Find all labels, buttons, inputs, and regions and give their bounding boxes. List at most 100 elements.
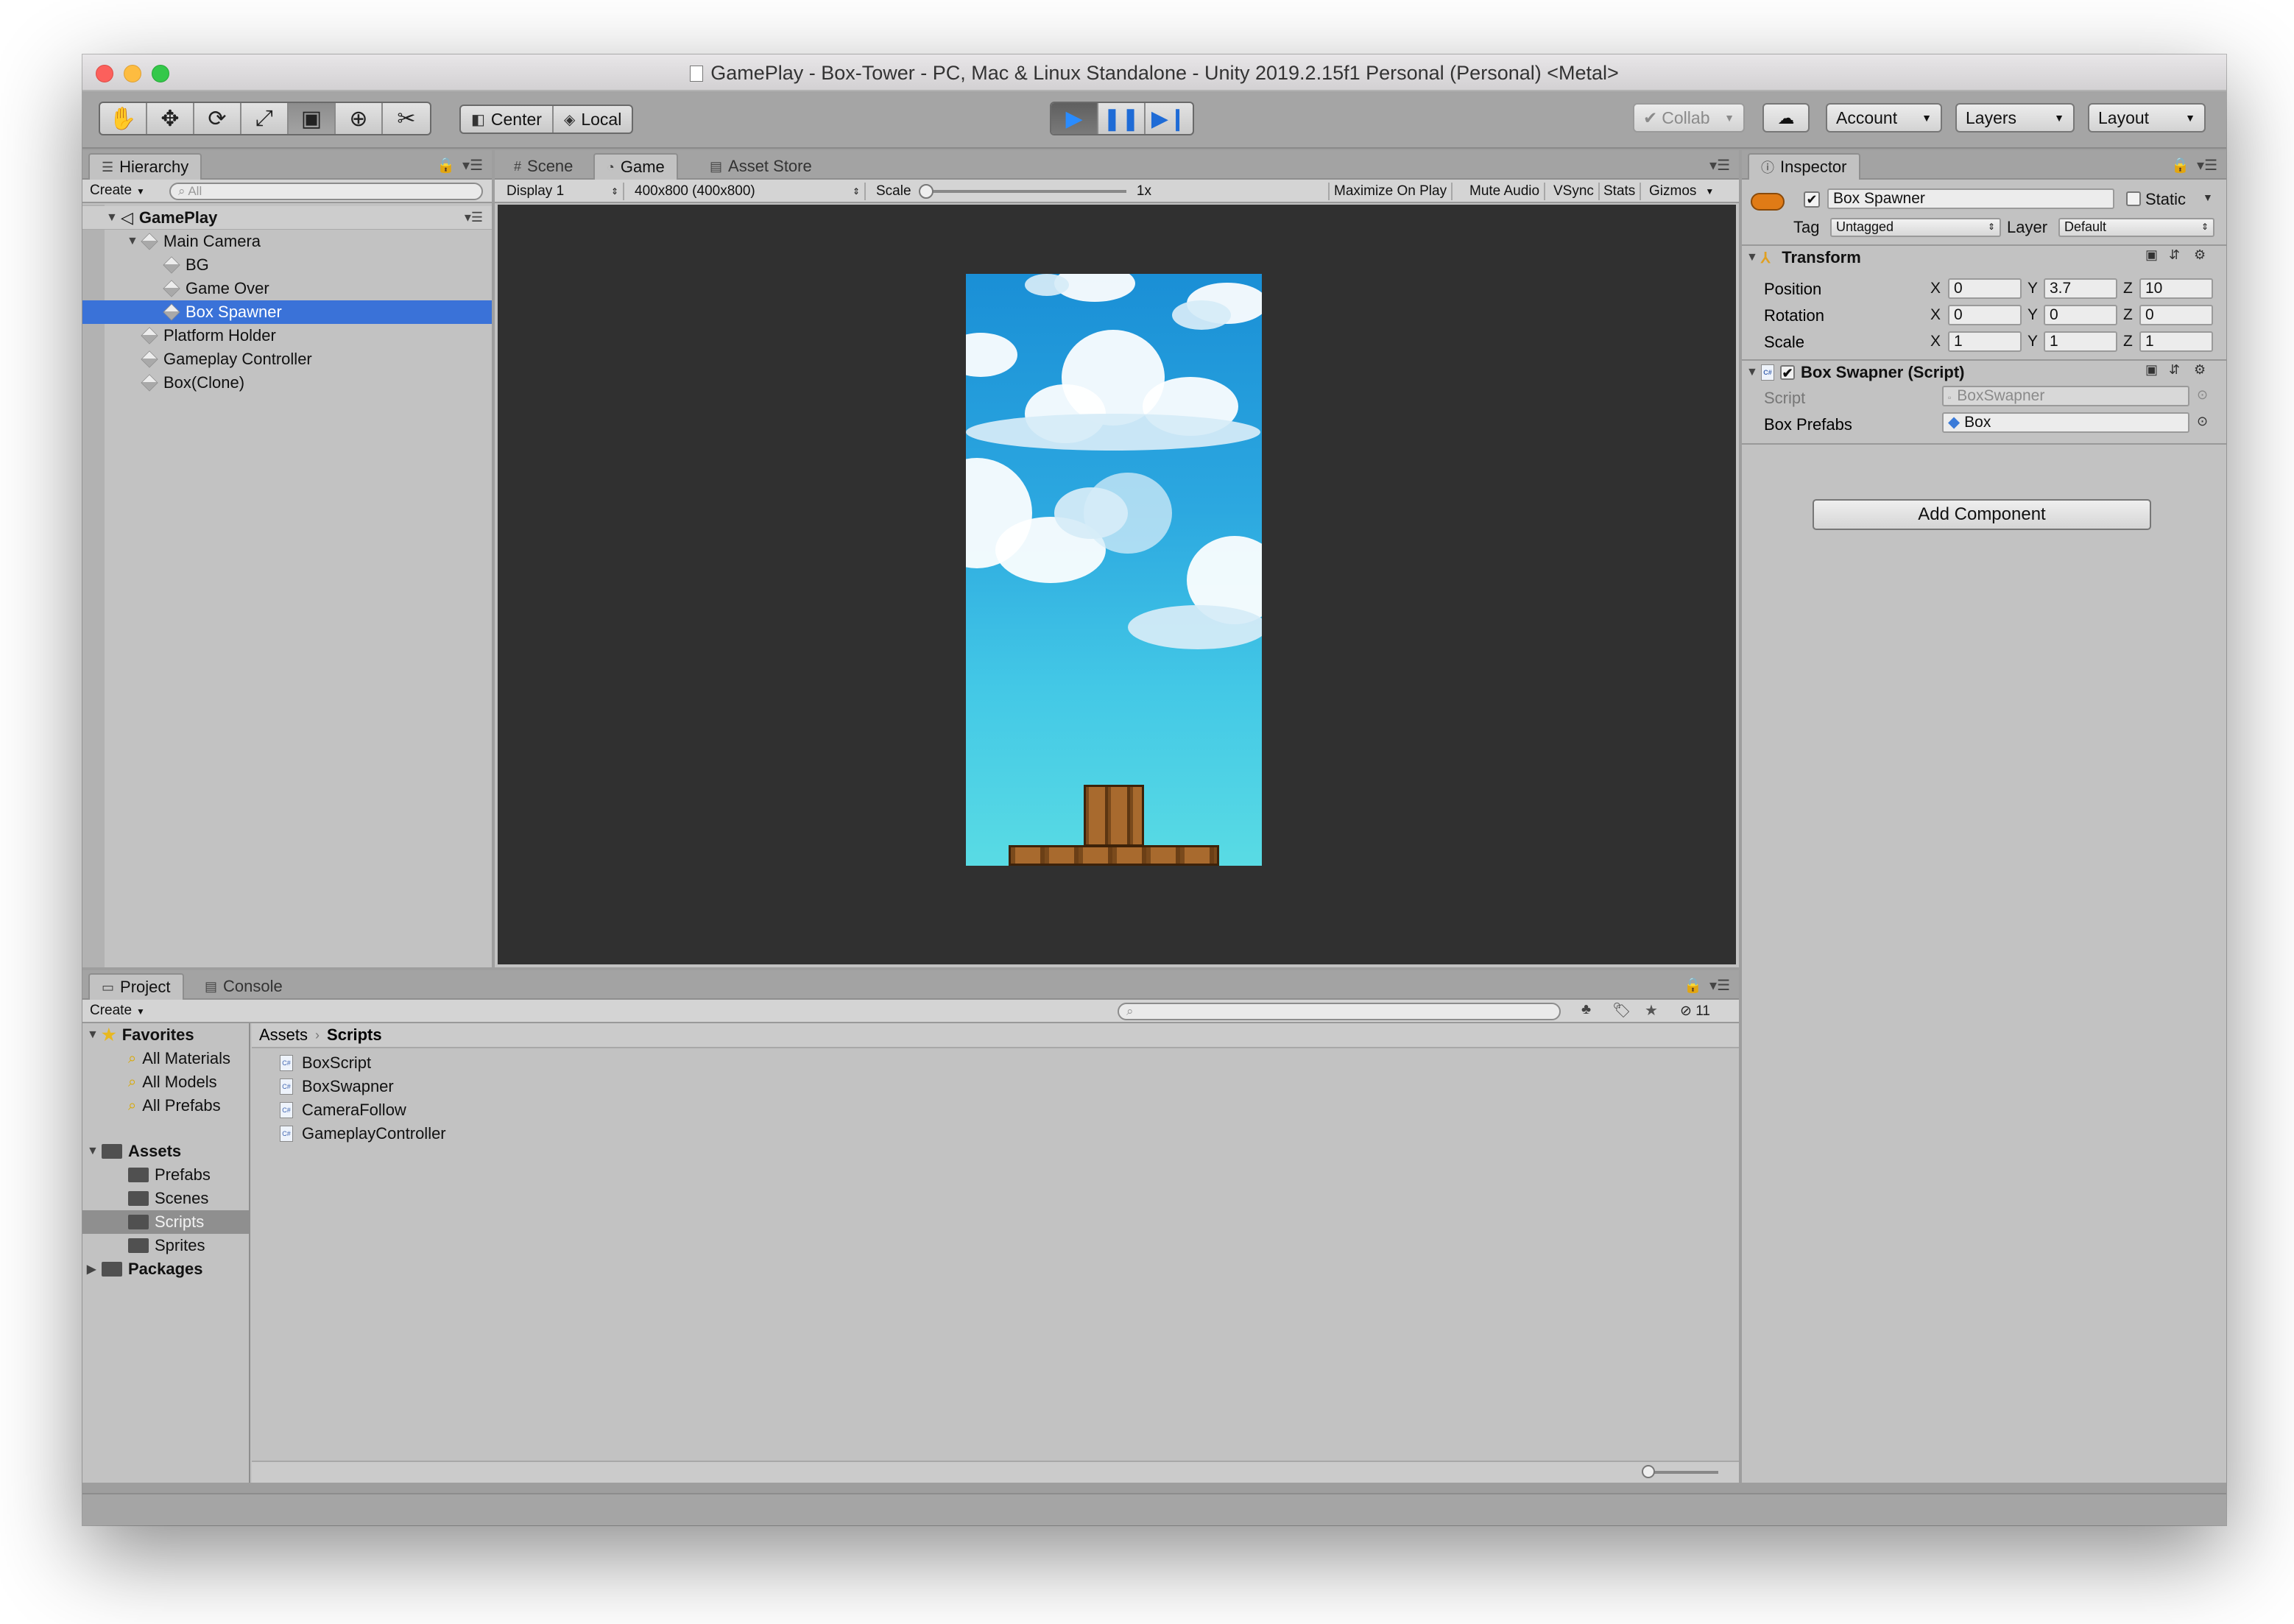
breadcrumb-root[interactable]: Assets bbox=[259, 1025, 308, 1045]
play-button[interactable]: ▶ bbox=[1051, 103, 1098, 134]
scene-menu-icon[interactable]: ▾☰ bbox=[465, 210, 483, 225]
account-dropdown[interactable]: Account ▼ bbox=[1826, 103, 1942, 133]
file-item[interactable]: C# BoxSwapner bbox=[252, 1075, 1739, 1098]
lock-icon[interactable]: 🔒 bbox=[437, 156, 455, 174]
transform-tool-button[interactable]: ⊕ bbox=[336, 103, 383, 134]
filter-by-label-icon[interactable]: 🏷 bbox=[1612, 1001, 1631, 1020]
folder-scripts[interactable]: Scripts bbox=[82, 1210, 249, 1234]
position-x-field[interactable]: 0 bbox=[1948, 278, 2022, 299]
filter-by-type-icon[interactable]: ♣ bbox=[1581, 1001, 1591, 1018]
lock-icon[interactable]: 🔒 bbox=[1684, 976, 1702, 995]
tree-item-gameplay-controller[interactable]: Gameplay Controller bbox=[82, 347, 492, 371]
move-tool-button[interactable]: ✥ bbox=[147, 103, 194, 134]
file-item[interactable]: C# CameraFollow bbox=[252, 1098, 1739, 1122]
project-create-button[interactable]: Create ▼ bbox=[90, 1003, 145, 1019]
rotation-y-field[interactable]: 0 bbox=[2044, 305, 2117, 325]
icon-size-slider[interactable] bbox=[1642, 1465, 1718, 1478]
cloud-button[interactable]: ☁ bbox=[1762, 103, 1810, 133]
step-button[interactable]: ▶❙ bbox=[1146, 103, 1193, 134]
folder-prefabs[interactable]: Prefabs bbox=[82, 1163, 249, 1187]
gizmos-dropdown[interactable]: Gizmos ▼ bbox=[1645, 183, 1718, 200]
add-component-button[interactable]: Add Component bbox=[1813, 499, 2151, 530]
scale-x-field[interactable]: 1 bbox=[1948, 331, 2022, 352]
position-y-field[interactable]: 3.7 bbox=[2044, 278, 2117, 299]
layout-dropdown[interactable]: Layout ▼ bbox=[2088, 103, 2206, 133]
tab-console[interactable]: ▤ Console bbox=[193, 973, 294, 1000]
file-item[interactable]: C# BoxScript bbox=[252, 1051, 1739, 1075]
position-z-field[interactable]: 10 bbox=[2139, 278, 2213, 299]
tag-dropdown[interactable]: Untagged ⇕ bbox=[1830, 218, 2001, 237]
rotation-x-field[interactable]: 0 bbox=[1948, 305, 2022, 325]
object-name-field[interactable]: Box Spawner bbox=[1827, 188, 2114, 209]
tab-asset-store[interactable]: ▤ Asset Store bbox=[698, 153, 824, 180]
box-prefabs-field[interactable]: ◆ Box bbox=[1942, 412, 2189, 433]
project-search-input[interactable]: ⌕ bbox=[1118, 1003, 1561, 1020]
layers-dropdown[interactable]: Layers ▼ bbox=[1955, 103, 2075, 133]
resolution-dropdown[interactable]: 400x800 (400x800) ⇕ bbox=[630, 183, 866, 200]
preset-icon[interactable]: ⇵ bbox=[2169, 362, 2187, 380]
chevron-down-icon[interactable]: ▼ bbox=[2203, 191, 2213, 203]
mute-audio-toggle[interactable]: Mute Audio bbox=[1465, 183, 1546, 200]
scale-slider[interactable]: Scale 1x bbox=[872, 183, 1156, 200]
tree-item-packages[interactable]: ▶ Packages bbox=[82, 1257, 249, 1281]
panel-menu-icon[interactable]: ▾☰ bbox=[2197, 156, 2217, 174]
tab-inspector[interactable]: ⓘ Inspector bbox=[1748, 153, 1860, 180]
scale-thumb[interactable] bbox=[918, 184, 934, 199]
vsync-toggle[interactable]: VSync bbox=[1549, 183, 1600, 200]
rotation-z-field[interactable]: 0 bbox=[2139, 305, 2213, 325]
layer-dropdown[interactable]: Default ⇕ bbox=[2058, 218, 2214, 237]
favorite-all-models[interactable]: ⌕ All Models bbox=[82, 1070, 249, 1094]
tab-project[interactable]: ▭ Project bbox=[88, 973, 184, 1000]
static-checkbox[interactable] bbox=[2126, 191, 2141, 206]
gear-icon[interactable]: ⚙ bbox=[2194, 247, 2212, 265]
component-enabled-checkbox[interactable]: ✔ bbox=[1780, 365, 1795, 380]
pivot-center-button[interactable]: ◧ Center bbox=[461, 106, 554, 133]
lock-icon[interactable]: 🔒 bbox=[2171, 156, 2189, 174]
panel-menu-icon[interactable]: ▾☰ bbox=[1709, 156, 1730, 174]
tree-item-box-spawner[interactable]: Box Spawner bbox=[82, 300, 492, 324]
tree-item-bg[interactable]: BG bbox=[82, 253, 492, 277]
scale-tool-button[interactable]: ⤢ bbox=[241, 103, 289, 134]
tree-item-game-over[interactable]: Game Over bbox=[82, 277, 492, 300]
tree-item-assets[interactable]: ▼ Assets bbox=[82, 1140, 249, 1163]
maximize-on-play-toggle[interactable]: Maximize On Play bbox=[1328, 183, 1453, 200]
pause-button[interactable]: ❚❚ bbox=[1098, 103, 1146, 134]
scale-y-field[interactable]: 1 bbox=[2044, 331, 2117, 352]
hidden-packages-toggle[interactable]: ⊘ 11 bbox=[1680, 1003, 1710, 1020]
active-checkbox[interactable]: ✔ bbox=[1804, 191, 1820, 208]
hand-tool-button[interactable]: ✋ bbox=[100, 103, 147, 134]
favorite-star-icon[interactable]: ★ bbox=[1645, 1001, 1658, 1020]
rect-tool-button[interactable]: ▣ bbox=[289, 103, 336, 134]
tab-scene[interactable]: # Scene bbox=[502, 153, 585, 180]
favorite-all-materials[interactable]: ⌕ All Materials bbox=[82, 1047, 249, 1070]
collab-button[interactable]: ✔ Collab ▼ bbox=[1633, 103, 1745, 133]
scale-z-field[interactable]: 1 bbox=[2139, 331, 2213, 352]
hierarchy-create-button[interactable]: Create ▼ bbox=[90, 183, 145, 199]
gameobject-icon[interactable] bbox=[1751, 193, 1785, 211]
gear-icon[interactable]: ⚙ bbox=[2194, 362, 2212, 380]
hierarchy-search-input[interactable]: ⌕ All bbox=[169, 183, 483, 200]
custom-tool-button[interactable]: ✂ bbox=[383, 103, 430, 134]
favorite-all-prefabs[interactable]: ⌕ All Prefabs bbox=[82, 1094, 249, 1118]
pivot-local-button[interactable]: ◈ Local bbox=[554, 106, 632, 133]
object-picker-icon[interactable]: ⊙ bbox=[2197, 414, 2208, 429]
breadcrumb-current[interactable]: Scripts bbox=[327, 1025, 382, 1045]
panel-menu-icon[interactable]: ▾☰ bbox=[462, 156, 483, 174]
icon-size-thumb[interactable] bbox=[1642, 1465, 1655, 1478]
tree-item-favorites[interactable]: ▼ ★ Favorites bbox=[82, 1023, 249, 1047]
folder-sprites[interactable]: Sprites bbox=[82, 1234, 249, 1257]
rotate-tool-button[interactable]: ⟳ bbox=[194, 103, 241, 134]
preset-icon[interactable]: ⇵ bbox=[2169, 247, 2187, 265]
tab-game[interactable]: ◔ Game bbox=[593, 153, 678, 180]
tree-item-platform-holder[interactable]: Platform Holder bbox=[82, 324, 492, 347]
scene-row[interactable]: ▼ ◁ GamePlay ▾☰ bbox=[82, 206, 492, 230]
help-icon[interactable]: ▣ bbox=[2145, 362, 2163, 380]
folder-scenes[interactable]: Scenes bbox=[82, 1187, 249, 1210]
display-dropdown[interactable]: Display 1 ⇕ bbox=[502, 183, 624, 200]
panel-menu-icon[interactable]: ▾☰ bbox=[1709, 976, 1730, 995]
file-item[interactable]: C# GameplayController bbox=[252, 1122, 1739, 1145]
tab-hierarchy[interactable]: ☰ Hierarchy bbox=[88, 153, 202, 180]
tree-item-box-clone[interactable]: Box(Clone) bbox=[82, 371, 492, 395]
help-icon[interactable]: ▣ bbox=[2145, 247, 2163, 265]
stats-toggle[interactable]: Stats bbox=[1599, 183, 1642, 200]
